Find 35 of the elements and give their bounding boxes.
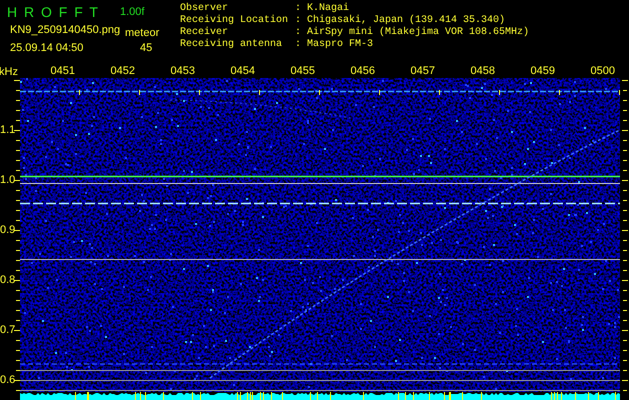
axis-unit: kHz (0, 66, 19, 78)
info-label: Receiving antenna (180, 39, 284, 51)
time-label: 0459 (530, 65, 556, 77)
info-value: K.Nagai (307, 3, 350, 14)
file-name: KN9_2509140450.png (9, 24, 120, 36)
app-title: H R O F F T (7, 3, 98, 21)
meteor-label: meteor (124, 27, 160, 39)
frequency-label: 0.9 (0, 223, 14, 237)
info-label: Receiver (180, 27, 230, 38)
time-label: 0456 (350, 65, 376, 77)
info-label: Observer (180, 3, 230, 14)
time-label: 0453 (170, 65, 196, 77)
info-separator: : (295, 27, 302, 39)
version-label: 1.00f (120, 6, 146, 18)
info-value: AirSpy mini (Miakejima VOR 108.65MHz) (307, 27, 530, 39)
info-separator: : (295, 15, 302, 27)
frequency-label: 0.6 (0, 373, 14, 387)
info-separator: : (295, 39, 302, 51)
time-label: 0500 (590, 65, 616, 77)
frequency-label: 0.8 (0, 273, 14, 287)
time-label: 0455 (290, 65, 316, 77)
time-label: 0458 (470, 65, 496, 77)
time-label: 0454 (230, 65, 256, 77)
time-label: 0451 (50, 65, 76, 77)
frequency-label: 1.0 (0, 173, 14, 187)
time-label: 0457 (410, 65, 436, 77)
info-value: Chigasaki, Japan (139.414 35.340) (307, 15, 506, 26)
frequency-label: 0.7 (0, 323, 14, 337)
info-value: Maspro FM-3 (307, 39, 374, 51)
time-label: 0452 (110, 65, 136, 77)
info-separator: : (295, 3, 302, 15)
info-label: Receiving Location (180, 15, 290, 26)
frequency-label: 1.1 (0, 123, 14, 137)
meteor-count: 45 (139, 42, 154, 54)
date-time: 25.09.14 04:50 (9, 42, 84, 54)
